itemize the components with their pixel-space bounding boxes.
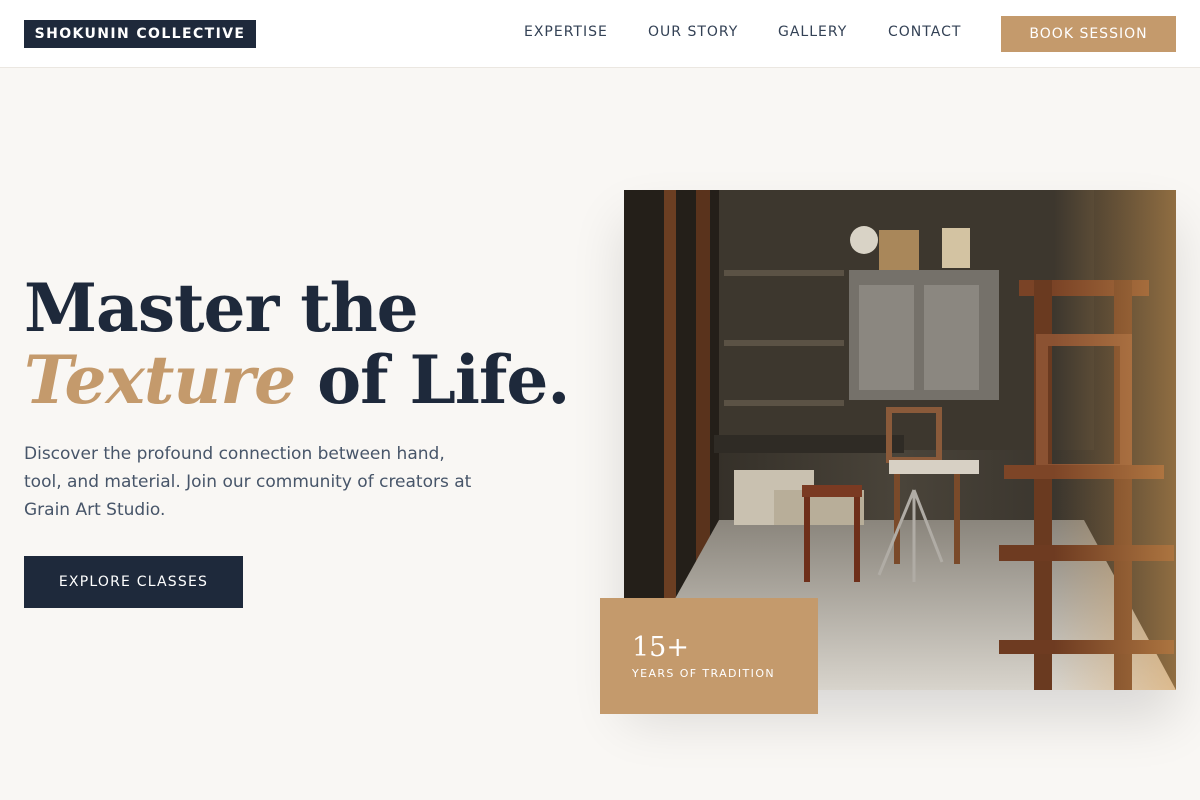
headline-accent-word: Texture <box>24 341 296 419</box>
years-stat-card: 15+ YEARS OF TRADITION <box>600 598 818 714</box>
hero-headline: Master the Texture of Life. <box>24 272 584 416</box>
nav-link-expertise[interactable]: EXPERTISE <box>524 24 608 44</box>
brand-logo[interactable]: SHOKUNIN COLLECTIVE <box>24 20 256 48</box>
book-session-button[interactable]: BOOK SESSION <box>1001 16 1176 52</box>
explore-classes-button[interactable]: EXPLORE CLASSES <box>24 556 243 608</box>
site-header: SHOKUNIN COLLECTIVE EXPERTISE OUR STORY … <box>0 0 1200 68</box>
nav-link-our-story[interactable]: OUR STORY <box>648 24 738 44</box>
stat-number: 15+ <box>632 632 689 663</box>
nav-link-gallery[interactable]: GALLERY <box>778 24 847 44</box>
headline-line-2-rest: of Life. <box>295 341 570 419</box>
stat-label: YEARS OF TRADITION <box>632 667 776 680</box>
nav-link-contact[interactable]: CONTACT <box>888 24 961 44</box>
headline-line-2: Texture of Life. <box>24 344 584 416</box>
hero-description: Discover the profound connection between… <box>24 444 472 520</box>
headline-line-1: Master the <box>24 269 419 347</box>
